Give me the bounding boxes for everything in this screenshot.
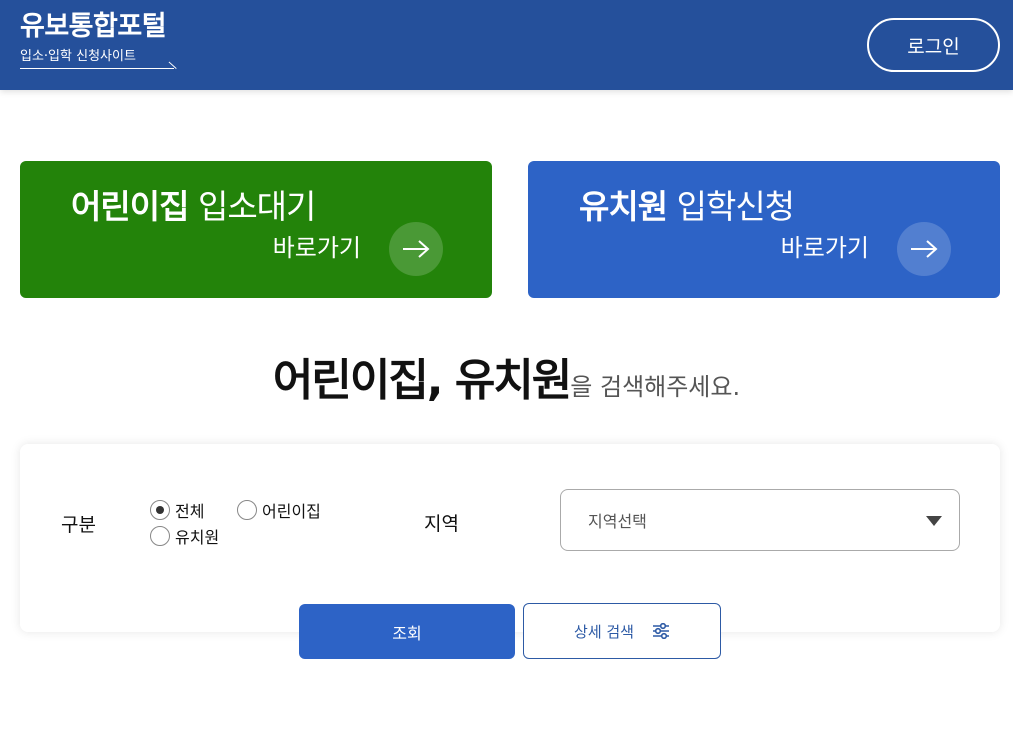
headline-light: 을 검색해주세요. <box>570 373 741 401</box>
arrow-right-icon[interactable] <box>389 222 443 276</box>
radio-daycare[interactable]: 어린이집 <box>237 498 321 522</box>
arrow-right-icon[interactable] <box>897 222 951 276</box>
radio-all[interactable]: 전체 <box>150 498 204 522</box>
kindergarten-card-go-label: 바로가기 <box>780 234 869 262</box>
search-headline: 어린이집, 유치원을 검색해주세요. <box>0 344 1013 408</box>
category-label: 구분 <box>61 514 96 536</box>
daycare-waitlist-card[interactable]: 어린이집 입소대기 바로가기 <box>20 161 492 298</box>
kindergarten-card-title: 유치원 입학신청 <box>579 187 795 226</box>
portal-title: 유보통합포털 <box>20 11 167 42</box>
radio-dot[interactable] <box>150 526 170 546</box>
detail-search-label: 상세 검색 <box>574 622 634 641</box>
region-label: 지역 <box>424 513 459 535</box>
radio-dot-selected[interactable] <box>150 500 170 520</box>
region-select[interactable]: 지역선택 <box>560 489 960 551</box>
headline-strong: 어린이집, 유치원 <box>272 355 572 406</box>
chevron-down-icon[interactable] <box>926 516 942 526</box>
radio-all-label: 전체 <box>175 502 205 521</box>
brand-logo[interactable]: 유보통합포털 입소·입학 신청사이트 <box>20 10 177 69</box>
detail-search-button[interactable]: 상세 검색 <box>523 603 721 659</box>
filter-sliders-icon <box>652 623 669 639</box>
radio-kindergarten[interactable]: 유치원 <box>150 524 219 548</box>
region-select-value: 지역선택 <box>588 512 647 531</box>
radio-dot[interactable] <box>237 500 257 520</box>
kindergarten-apply-card[interactable]: 유치원 입학신청 바로가기 <box>528 161 1000 298</box>
radio-daycare-label: 어린이집 <box>262 502 321 521</box>
daycare-card-title: 어린이집 입소대기 <box>71 187 316 226</box>
portal-subtitle: 입소·입학 신청사이트 <box>20 48 177 69</box>
daycare-card-go-label: 바로가기 <box>272 234 361 262</box>
login-button[interactable]: 로그인 <box>867 18 1000 72</box>
radio-kindergarten-label: 유치원 <box>175 528 220 547</box>
top-header: 유보통합포털 입소·입학 신청사이트 로그인 <box>0 0 1013 90</box>
search-button[interactable]: 조회 <box>299 604 515 659</box>
